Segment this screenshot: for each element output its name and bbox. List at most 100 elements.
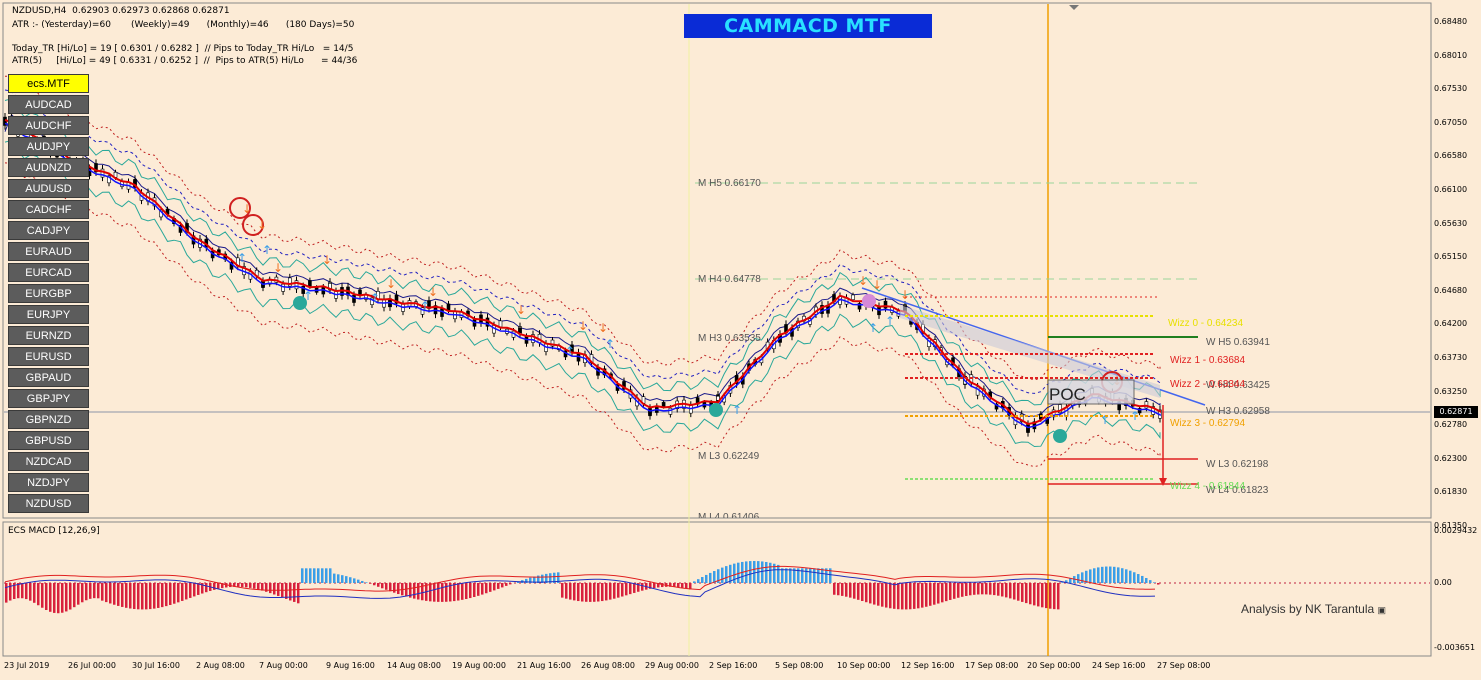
macd-histogram-bar	[361, 580, 364, 583]
macd-histogram-bar	[405, 583, 408, 597]
analysis-text: Analysis by NK Tarantula	[1241, 602, 1375, 616]
today-tr-line: Today_TR [Hi/Lo] = 19 [ 0.6301 / 0.6282 …	[12, 44, 354, 54]
macd-histogram-bar	[121, 583, 124, 607]
symbol-line: NZDUSD,H4 0.62903 0.62973 0.62868 0.6287…	[12, 6, 230, 16]
down-arrow-icon: ↓	[598, 321, 608, 335]
symbol-button-eurcad[interactable]: EURCAD	[8, 263, 89, 282]
macd-histogram-bar	[1049, 583, 1052, 609]
macd-histogram-bar	[205, 583, 208, 593]
macd-histogram-bar	[377, 583, 380, 587]
current-price-tag: 0.62871	[1434, 406, 1478, 418]
macd-histogram-bar	[597, 583, 600, 602]
symbol-button-gbpnzd[interactable]: GBPNZD	[8, 410, 89, 429]
macd-histogram-bar	[53, 583, 56, 613]
symbol-button-eurjpy[interactable]: EURJPY	[8, 305, 89, 324]
macd-histogram-bar	[69, 583, 72, 610]
macd-histogram-bar	[1153, 582, 1156, 583]
macd-tick-label: 0.00	[1434, 578, 1452, 587]
symbol-button-gbpjpy[interactable]: GBPJPY	[8, 389, 89, 408]
macd-histogram-bar	[185, 583, 188, 600]
macd-histogram-bar	[285, 583, 288, 599]
fast-ma-blue	[4, 122, 1161, 429]
down-arrow-icon: ↓	[872, 278, 882, 292]
macd-histogram-bar	[945, 583, 948, 602]
symbol-button-eurgbp[interactable]: EURGBP	[8, 284, 89, 303]
symbol-button-audjpy[interactable]: AUDJPY	[8, 137, 89, 156]
macd-histogram-bar	[1025, 583, 1028, 604]
macd-histogram-bar	[65, 583, 68, 612]
macd-histogram-bar	[1029, 583, 1032, 605]
macd-histogram-bar	[949, 583, 952, 600]
price-tick-label: 0.66580	[1434, 151, 1468, 161]
macd-histogram-bar	[561, 583, 564, 598]
symbol-button-eurnzd[interactable]: EURNZD	[8, 326, 89, 345]
macd-histogram-bar	[905, 583, 908, 610]
macd-histogram-bar	[493, 583, 496, 591]
macd-histogram-bar	[485, 583, 488, 594]
macd-histogram-bar	[1061, 582, 1064, 583]
macd-histogram-bar	[1093, 568, 1096, 583]
macd-histogram-bar	[397, 583, 400, 595]
macd-histogram-bar	[1057, 583, 1060, 610]
time-tick-label: 26 Aug 08:00	[581, 661, 635, 670]
symbol-button-audusd[interactable]: AUDUSD	[8, 179, 89, 198]
symbol-button-nzdusd[interactable]: NZDUSD	[8, 494, 89, 513]
symbol-button-euraud[interactable]: EURAUD	[8, 242, 89, 261]
macd-histogram-bar	[901, 583, 904, 610]
macd-histogram-bar	[925, 583, 928, 607]
macd-histogram-bar	[693, 581, 696, 583]
slow-ma-line	[4, 113, 1161, 417]
up-arrow-icon: ↑	[885, 314, 895, 328]
price-tick-label: 0.64680	[1434, 285, 1468, 295]
close-icon[interactable]: ▣	[1378, 605, 1387, 615]
macd-histogram-bar	[129, 583, 132, 609]
signal-dot	[709, 403, 723, 417]
macd-histogram-bar	[909, 583, 912, 610]
monthly-level-label: M L4 0.61406	[698, 512, 760, 518]
macd-histogram-bar	[453, 583, 456, 602]
macd-histogram-bar	[685, 583, 688, 589]
symbol-button-ecs-mtf[interactable]: ecs.MTF	[8, 74, 89, 93]
price-tick-label: 0.62300	[1434, 453, 1468, 463]
macd-histogram-bar	[629, 583, 632, 595]
macd-histogram-bar	[217, 583, 220, 589]
symbol-button-cadjpy[interactable]: CADJPY	[8, 221, 89, 240]
price-tick-label: 0.64200	[1434, 319, 1468, 329]
macd-histogram-bar	[417, 583, 420, 600]
symbol-button-nzdcad[interactable]: NZDCAD	[8, 452, 89, 471]
macd-histogram-bar	[1149, 580, 1152, 583]
macd-histogram-bar	[841, 583, 844, 596]
macd-histogram-bar	[641, 583, 644, 591]
symbol-button-audnzd[interactable]: AUDNZD	[8, 158, 89, 177]
macd-histogram-bar	[81, 583, 84, 603]
down-arrow-icon: ↓	[428, 285, 438, 299]
candle-body	[668, 407, 673, 415]
macd-histogram-bar	[21, 583, 24, 599]
macd-histogram-bar	[573, 583, 576, 601]
macd-histogram-bar	[137, 583, 140, 610]
macd-histogram-bar	[941, 583, 944, 603]
symbol-button-nzdjpy[interactable]: NZDJPY	[8, 473, 89, 492]
symbol-button-gbpaud[interactable]: GBPAUD	[8, 368, 89, 387]
weekly-level-label: W H5 0.63941	[1206, 337, 1270, 348]
macd-histogram-bar	[97, 583, 100, 599]
symbol-button-audchf[interactable]: AUDCHF	[8, 116, 89, 135]
symbol-button-audcad[interactable]: AUDCAD	[8, 95, 89, 114]
time-tick-label: 27 Sep 08:00	[1157, 661, 1211, 670]
down-arrow-icon: ↓	[386, 277, 396, 291]
macd-histogram-bar	[161, 583, 164, 608]
symbol-button-eurusd[interactable]: EURUSD	[8, 347, 89, 366]
symbol-button-cadchf[interactable]: CADCHF	[8, 200, 89, 219]
macd-histogram-bar	[957, 583, 960, 598]
analysis-credit: Analysis by NK Tarantula ▣	[1241, 602, 1386, 616]
candle-body	[281, 283, 285, 292]
macd-histogram-bar	[349, 577, 352, 583]
macd-histogram-bar	[381, 583, 384, 589]
macd-tick-label: 0.0029432	[1434, 526, 1478, 535]
macd-histogram-bar	[805, 568, 808, 583]
macd-histogram-bar	[965, 583, 968, 596]
macd-histogram-bar	[813, 568, 816, 583]
time-tick-label: 23 Jul 2019	[4, 661, 50, 670]
symbol-button-gbpusd[interactable]: GBPUSD	[8, 431, 89, 450]
bollinger-lower	[4, 139, 1161, 448]
